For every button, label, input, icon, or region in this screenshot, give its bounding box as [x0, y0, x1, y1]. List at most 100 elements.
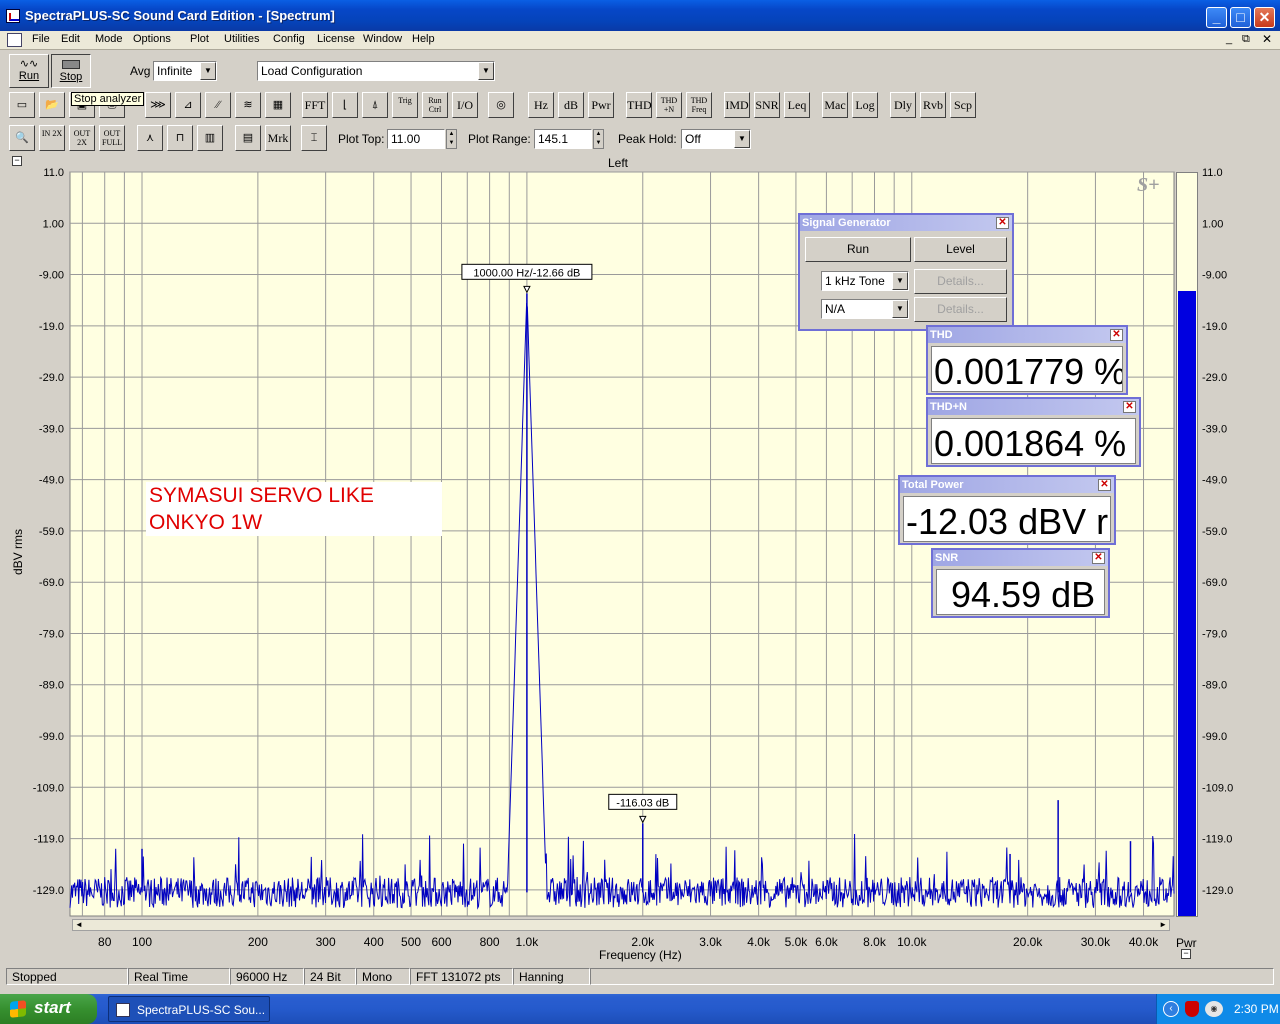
- avg-select[interactable]: Infinite ▼: [153, 61, 217, 81]
- window-title: SpectraPLUS-SC Sound Card Edition - [Spe…: [25, 8, 335, 23]
- generator-run-button[interactable]: Run: [805, 237, 911, 262]
- tool-mac-button[interactable]: Mac: [822, 92, 848, 118]
- menu-window[interactable]: Window: [359, 33, 406, 45]
- maximize-button[interactable]: □: [1230, 7, 1251, 28]
- step-plot-icon[interactable]: ⊓: [167, 125, 193, 151]
- peak-hold-select[interactable]: Off ▼: [681, 129, 751, 149]
- zoom-full-button[interactable]: OUT FULL: [99, 125, 125, 151]
- mdi-restore-button[interactable]: ⧉: [1242, 33, 1250, 46]
- tray-expand-icon[interactable]: ‹: [1163, 1001, 1179, 1017]
- close-icon[interactable]: ✕: [1092, 552, 1105, 564]
- start-button[interactable]: start: [0, 994, 97, 1024]
- menu-edit[interactable]: Edit: [57, 33, 84, 45]
- 3d-plot-icon[interactable]: ▦: [265, 92, 291, 118]
- status-bit-depth: 24 Bit: [304, 968, 356, 985]
- waterfall-icon[interactable]: ≋: [235, 92, 261, 118]
- tool-db-button[interactable]: dB: [558, 92, 584, 118]
- chevron-down-icon[interactable]: ▼: [200, 62, 216, 80]
- close-icon[interactable]: ✕: [1110, 329, 1123, 341]
- forward-icon[interactable]: ⋙: [145, 92, 171, 118]
- close-icon[interactable]: ✕: [1123, 401, 1136, 413]
- menu-license[interactable]: License: [313, 33, 359, 45]
- scroll-right-icon[interactable]: ►: [1159, 920, 1167, 929]
- stop-button[interactable]: Stop: [51, 54, 91, 88]
- horizontal-scrollbar[interactable]: ◄ ►: [72, 919, 1170, 931]
- slope-icon[interactable]: ∕∕: [205, 92, 231, 118]
- bar-plot-icon[interactable]: ▥: [197, 125, 223, 151]
- thd-meter-title: THD: [928, 327, 1126, 343]
- chevron-down-icon[interactable]: ▼: [734, 130, 750, 148]
- y-tick-label: -9.00: [39, 270, 64, 282]
- chevron-down-icon[interactable]: ▼: [892, 300, 908, 318]
- tool-thd-n-button[interactable]: THD +N: [656, 92, 682, 118]
- mdi-minimize-button[interactable]: _: [1226, 33, 1232, 45]
- zoom-in-button[interactable]: IN 2X: [39, 125, 65, 151]
- menu-utilities[interactable]: Utilities: [220, 33, 263, 45]
- grid-icon[interactable]: ▤: [235, 125, 261, 151]
- tool-pwr-button[interactable]: Pwr: [588, 92, 614, 118]
- marker-button[interactable]: Mrk: [265, 125, 291, 151]
- app-icon[interactable]: [6, 9, 20, 23]
- collapse-icon[interactable]: −: [1181, 949, 1191, 959]
- plot-top-input[interactable]: 11.00: [387, 129, 445, 149]
- network-icon[interactable]: ◉: [1205, 1001, 1223, 1017]
- tool-dly-button[interactable]: Dly: [890, 92, 916, 118]
- tool-trig-button[interactable]: Trig: [392, 92, 418, 118]
- new-file-icon[interactable]: ▭: [9, 92, 35, 118]
- generator-level-button[interactable]: Level: [914, 237, 1007, 262]
- chevron-down-icon[interactable]: ▼: [892, 272, 908, 290]
- tool-log-button[interactable]: Log: [852, 92, 878, 118]
- tool-thd-freq-button[interactable]: THD Freq: [686, 92, 712, 118]
- details-button[interactable]: Details...: [914, 269, 1007, 294]
- menu-help[interactable]: Help: [408, 33, 439, 45]
- tool-imd-button[interactable]: IMD: [724, 92, 750, 118]
- tool-rvb-button[interactable]: Rvb: [920, 92, 946, 118]
- axis-icon[interactable]: ⌊: [332, 92, 358, 118]
- document-icon[interactable]: [7, 33, 22, 47]
- status-mode: Real Time: [128, 968, 230, 985]
- filter-icon[interactable]: ⍋: [362, 92, 388, 118]
- toolbar-main: ∿∿ Run Stop Avg Infinite ▼ Load Configura…: [0, 51, 1280, 89]
- menu-mode[interactable]: Mode: [91, 33, 127, 45]
- run-button[interactable]: ∿∿ Run: [9, 54, 49, 88]
- zoom-out-button[interactable]: OUT 2X: [69, 125, 95, 151]
- generator-icon[interactable]: ◎: [488, 92, 514, 118]
- tool-thd-button[interactable]: THD: [626, 92, 652, 118]
- menu-file[interactable]: File: [28, 33, 54, 45]
- menu-config[interactable]: Config: [269, 33, 309, 45]
- plot-range-input[interactable]: 145.1: [534, 129, 592, 149]
- cursor-icon[interactable]: ⌶: [301, 125, 327, 151]
- tool-i-o-button[interactable]: I/O: [452, 92, 478, 118]
- config-select[interactable]: Load Configuration ▼: [257, 61, 495, 81]
- tool-snr-button[interactable]: SNR: [754, 92, 780, 118]
- close-icon[interactable]: ✕: [996, 217, 1009, 229]
- secondary-select[interactable]: N/A ▼: [821, 299, 909, 319]
- signal-generator-title: Signal Generator: [800, 215, 1012, 231]
- details-button-2[interactable]: Details...: [914, 297, 1007, 322]
- scroll-left-icon[interactable]: ◄: [75, 920, 83, 929]
- taskbar-item-spectraplus[interactable]: SpectraPLUS-SC Sou...: [108, 996, 270, 1022]
- tone-select[interactable]: 1 kHz Tone ▼: [821, 271, 909, 291]
- close-button[interactable]: ✕: [1254, 7, 1275, 28]
- shield-icon[interactable]: [1185, 1001, 1199, 1017]
- close-icon[interactable]: ✕: [1098, 479, 1111, 491]
- open-folder-icon[interactable]: 📂: [39, 92, 65, 118]
- menu-options[interactable]: Options: [129, 33, 175, 45]
- tool-hz-button[interactable]: Hz: [528, 92, 554, 118]
- tool-scp-button[interactable]: Scp: [950, 92, 976, 118]
- zoom-icon[interactable]: 🔍: [9, 125, 35, 151]
- plot-annotation[interactable]: SYMASUI SERVO LIKE ONKYO 1W: [146, 482, 442, 536]
- menu-plot[interactable]: Plot: [186, 33, 213, 45]
- transfer-icon[interactable]: ⊿: [175, 92, 201, 118]
- y-tick-label: -89.0: [39, 680, 64, 692]
- chevron-down-icon[interactable]: ▼: [478, 62, 494, 80]
- line-plot-icon[interactable]: ⋏: [137, 125, 163, 151]
- tool-run-ctrl-button[interactable]: Run Ctrl: [422, 92, 448, 118]
- plot-range-spinner[interactable]: ▲ ▼: [593, 129, 604, 149]
- tool-leq-button[interactable]: Leq: [784, 92, 810, 118]
- minimize-button[interactable]: _: [1206, 7, 1227, 28]
- tool-fft-button[interactable]: FFT: [302, 92, 328, 118]
- plot-top-spinner[interactable]: ▲ ▼: [446, 129, 457, 149]
- mdi-close-button[interactable]: ✕: [1262, 32, 1272, 46]
- y-tick-label-right: -109.0: [1202, 782, 1233, 794]
